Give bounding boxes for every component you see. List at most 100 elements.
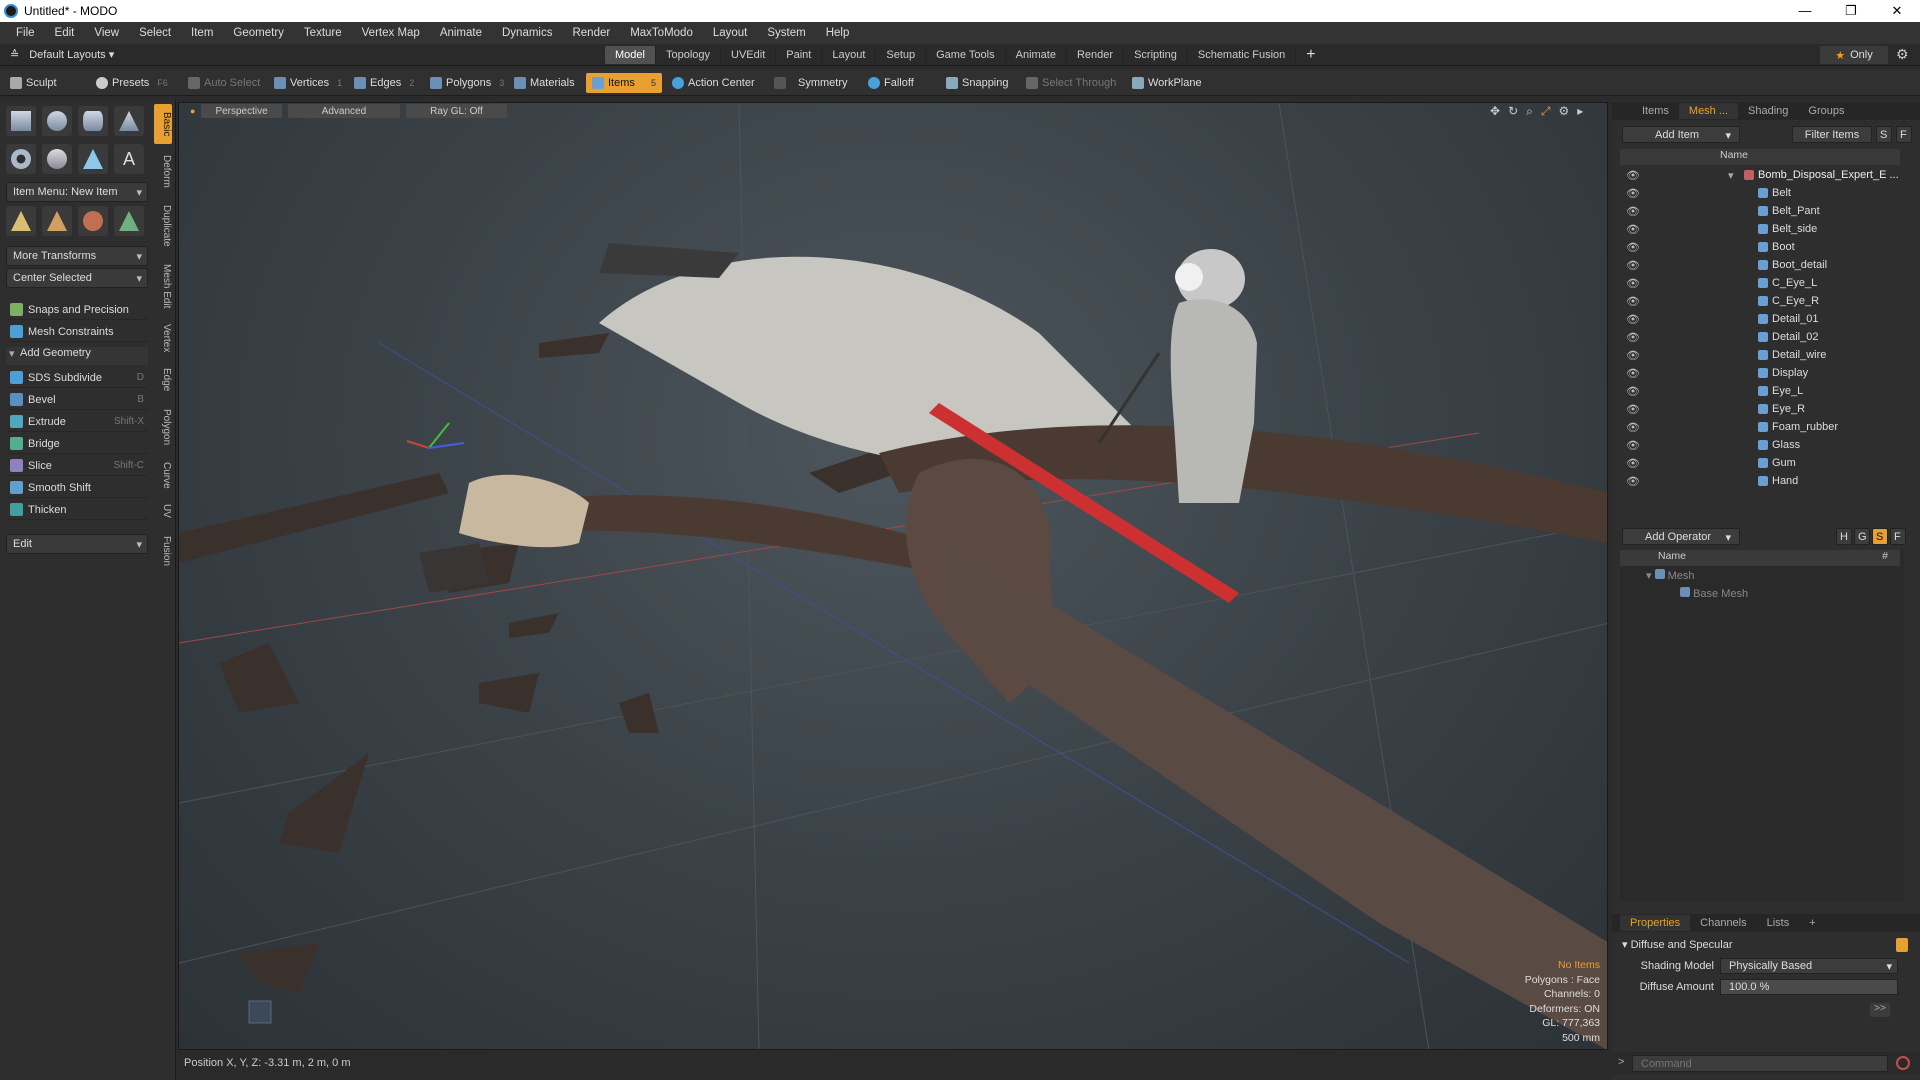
orientation-cube[interactable]	[248, 1000, 272, 1024]
fit-icon[interactable]: ⤢	[1541, 104, 1551, 119]
diffuse-amount-field[interactable]: 100.0 %	[1720, 979, 1898, 995]
layouts-dropdown[interactable]: ≙ Default Layouts ▾	[10, 48, 114, 61]
snapping-button[interactable]: Snapping	[940, 73, 1015, 93]
vtab-duplicate[interactable]: Duplicate	[154, 198, 172, 254]
edit-dropdown[interactable]: Edit	[6, 534, 148, 554]
visibility-eye-icon[interactable]: 👁	[1626, 259, 1640, 272]
list-item[interactable]: 👁 Detail_02	[1620, 328, 1900, 346]
falloff-button[interactable]: Falloff	[862, 73, 920, 93]
vtab-mesh-edit[interactable]: Mesh Edit	[154, 258, 172, 314]
visibility-eye-icon[interactable]: 👁	[1626, 367, 1640, 380]
items-button[interactable]: Items 5	[586, 73, 662, 93]
menu-select[interactable]: Select	[129, 27, 181, 39]
add-item-button[interactable]: Add Item ▾	[1622, 126, 1740, 143]
shading-model-select[interactable]: Physically Based ▾	[1720, 958, 1898, 974]
visibility-eye-icon[interactable]: 👁	[1626, 187, 1640, 200]
add-operator-button[interactable]: Add Operator ▾	[1622, 528, 1740, 545]
text-tool-button[interactable]: A	[114, 144, 144, 174]
presets-button[interactable]: Presets F6	[90, 73, 174, 93]
tab-schematic-fusion[interactable]: Schematic Fusion	[1188, 46, 1297, 64]
3d-viewport[interactable]	[178, 102, 1608, 1050]
s-operator-toggle[interactable]: S	[1872, 528, 1888, 545]
tool-bevel[interactable]: Bevel B	[6, 390, 148, 410]
close-button[interactable]: ✕	[1874, 3, 1920, 19]
rotate-tool-button[interactable]	[42, 206, 72, 236]
select-through-button[interactable]: Select Through	[1020, 73, 1122, 93]
viewport-settings-icon[interactable]: ⚙	[1558, 104, 1569, 119]
tab-shading[interactable]: Shading	[1738, 103, 1798, 119]
h-toggle[interactable]: H	[1836, 528, 1852, 545]
zoom-icon[interactable]: ⌕	[1526, 104, 1533, 119]
orbit-icon[interactable]: ↻	[1508, 104, 1518, 119]
tab-properties[interactable]: Properties	[1620, 915, 1691, 931]
item-menu-dropdown[interactable]: Item Menu: New Item	[6, 182, 148, 202]
snaps-precision-button[interactable]: Snaps and Precision	[6, 300, 148, 320]
menu-dynamics[interactable]: Dynamics	[492, 27, 562, 39]
list-item[interactable]: 👁 Glass	[1620, 436, 1900, 454]
action-center-button[interactable]: Action Center	[666, 73, 761, 93]
f-toggle[interactable]: F	[1896, 126, 1912, 143]
list-item[interactable]: 👁 Eye_L	[1620, 382, 1900, 400]
vertices-button[interactable]: Vertices 1	[268, 73, 348, 93]
tool-smooth-shift[interactable]: Smooth Shift	[6, 478, 148, 498]
f-operator-toggle[interactable]: F	[1890, 528, 1906, 545]
vtab-fusion[interactable]: Fusion	[154, 528, 172, 574]
record-icon[interactable]	[1896, 1056, 1910, 1070]
list-item-parent[interactable]: 👁 ▾ Bomb_Disposal_Expert_E ...	[1620, 166, 1900, 184]
vtab-polygon[interactable]: Polygon	[154, 402, 172, 452]
maximize-button[interactable]: ❐	[1828, 3, 1874, 19]
visibility-eye-icon[interactable]: 👁	[1626, 313, 1640, 326]
menu-geometry[interactable]: Geometry	[223, 27, 294, 39]
list-item[interactable]: 👁 C_Eye_L	[1620, 274, 1900, 292]
list-item[interactable]: 👁 Boot_detail	[1620, 256, 1900, 274]
cube-primitive-button[interactable]	[6, 106, 36, 136]
menu-vertex-map[interactable]: Vertex Map	[352, 27, 430, 39]
mesh-constraints-button[interactable]: Mesh Constraints	[6, 322, 148, 342]
menu-system[interactable]: System	[757, 27, 815, 39]
visibility-eye-icon[interactable]: 👁	[1626, 241, 1640, 254]
list-item[interactable]: 👁 Detail_wire	[1620, 346, 1900, 364]
menu-layout[interactable]: Layout	[703, 27, 758, 39]
menu-maxtomodo[interactable]: MaxToModo	[620, 27, 703, 39]
cone-primitive-button[interactable]	[114, 106, 144, 136]
visibility-eye-icon[interactable]: 👁	[1626, 331, 1640, 344]
name-column-header[interactable]: Name	[1700, 149, 1748, 161]
add-tab-icon[interactable]: +	[1296, 43, 1325, 67]
tab-mesh[interactable]: Mesh ...	[1678, 103, 1739, 119]
visibility-eye-icon[interactable]: 👁	[1626, 295, 1640, 308]
menu-render[interactable]: Render	[562, 27, 620, 39]
tool-bridge[interactable]: Bridge	[6, 434, 148, 454]
move-tool-button[interactable]	[6, 206, 36, 236]
tab-scripting[interactable]: Scripting	[1124, 46, 1188, 64]
list-item[interactable]: 👁 Detail_01	[1620, 310, 1900, 328]
add-geometry-header[interactable]: Add Geometry	[6, 347, 148, 365]
diffuse-section-header[interactable]: ▾ Diffuse and Specular	[1622, 938, 1733, 951]
list-item[interactable]: 👁 Belt_side	[1620, 220, 1900, 238]
vtab-basic[interactable]: Basic	[154, 104, 172, 144]
tab-lists[interactable]: Lists	[1757, 915, 1800, 931]
list-item[interactable]: 👁 Hand	[1620, 472, 1900, 490]
polygons-button[interactable]: Polygons 3	[424, 73, 510, 93]
visibility-eye-icon[interactable]: 👁	[1626, 169, 1640, 182]
workplane-button[interactable]: WorkPlane	[1126, 73, 1208, 93]
visibility-eye-icon[interactable]: 👁	[1626, 457, 1640, 470]
visibility-eye-icon[interactable]: 👁	[1626, 439, 1640, 452]
tab-items[interactable]: Items	[1632, 103, 1679, 119]
tab-channels[interactable]: Channels	[1690, 915, 1756, 931]
vtab-deform[interactable]: Deform	[154, 148, 172, 194]
list-item[interactable]: 👁 Gum	[1620, 454, 1900, 472]
tab-render[interactable]: Render	[1067, 46, 1125, 64]
list-item[interactable]: 👁 Belt	[1620, 184, 1900, 202]
scale-tool-button[interactable]	[78, 206, 108, 236]
menu-animate[interactable]: Animate	[430, 27, 492, 39]
sculpt-button[interactable]: Sculpt	[4, 73, 63, 93]
edges-button[interactable]: Edges 2	[348, 73, 420, 93]
tool-slice[interactable]: Slice Shift-C	[6, 456, 148, 476]
tab-uvedit[interactable]: UVEdit	[721, 46, 777, 64]
menu-view[interactable]: View	[84, 27, 129, 39]
viewport-expand-icon[interactable]: ▸	[1577, 104, 1583, 119]
menu-help[interactable]: Help	[816, 27, 860, 39]
menu-file[interactable]: File	[6, 27, 45, 39]
tab-model[interactable]: Model	[605, 46, 656, 64]
settings-gear-icon[interactable]: ⚙	[1896, 46, 1909, 63]
